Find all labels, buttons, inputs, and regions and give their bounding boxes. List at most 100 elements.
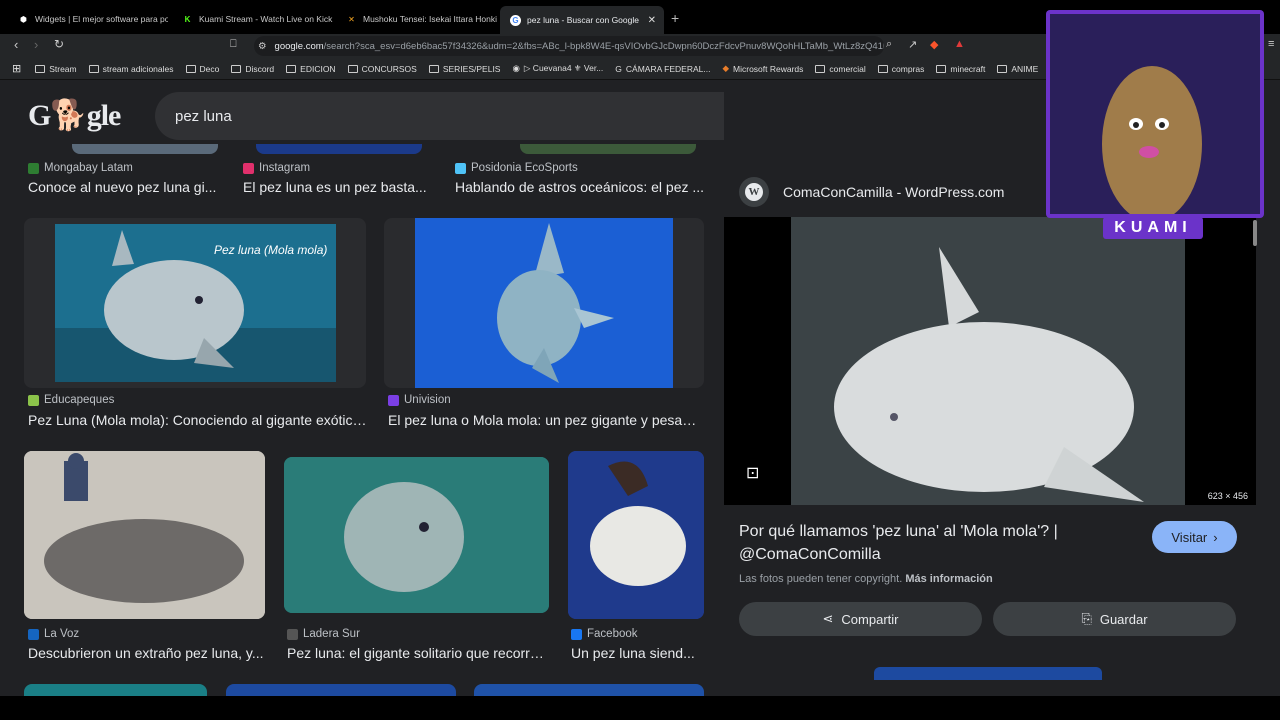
tab-label: pez luna - Buscar con Google: [527, 15, 639, 25]
menu-icon[interactable]: ≡: [1268, 38, 1274, 50]
zoom-icon[interactable]: ⌕: [886, 38, 892, 51]
result-source: Posidonia EcoSports: [455, 162, 578, 174]
bottom-letterbox: [0, 696, 1280, 720]
google-icon: G: [615, 63, 622, 74]
globe-icon: ◉: [512, 63, 520, 73]
result-caption[interactable]: El pez luna o Mola mola: un pez gigante …: [388, 412, 700, 428]
bookmark-concursos[interactable]: CONCURSOS: [347, 64, 417, 74]
bookmark-minecraft[interactable]: minecraft: [936, 64, 985, 74]
google-logo[interactable]: G🐕gle: [28, 98, 121, 133]
result-caption[interactable]: Pez Luna (Mola mola): Conociendo al giga…: [28, 412, 368, 428]
folder-icon: [997, 64, 1008, 73]
result-caption[interactable]: Descubrieron un extraño pez luna, y...: [28, 645, 268, 661]
ladera-sur-icon: [287, 628, 298, 640]
lens-search-icon[interactable]: ⊡: [746, 463, 759, 483]
google-favicon-icon: G: [510, 14, 521, 26]
back-icon[interactable]: ‹: [14, 37, 18, 52]
panel-scrollbar[interactable]: [1253, 220, 1257, 246]
result-source: La Voz: [28, 628, 79, 640]
apps-grid-icon[interactable]: ⊞: [12, 62, 21, 75]
sunfish-image: Pez luna (Mola mola): [55, 224, 336, 382]
preview-source[interactable]: W ComaConCamilla - WordPress.com: [739, 177, 1004, 207]
bookmark-anime[interactable]: ANIME: [997, 64, 1038, 74]
result-caption[interactable]: Conoce al nuevo pez luna gi...: [28, 179, 228, 195]
rewards-icon[interactable]: ▲: [954, 38, 965, 50]
folder-icon: [815, 64, 826, 73]
folder-icon: [286, 64, 297, 73]
sunfish-image: [415, 218, 673, 388]
bookmark-compras[interactable]: compras: [877, 64, 924, 74]
bookmark-microsoft-rewards[interactable]: ◆ Microsoft Rewards: [722, 63, 803, 74]
result-caption[interactable]: El pez luna es un pez basta...: [243, 179, 433, 195]
result-thumbnail[interactable]: [24, 684, 207, 696]
result-thumbnail[interactable]: [256, 144, 422, 154]
widgets-favicon-icon: ⬢: [20, 14, 27, 24]
kick-favicon-icon: K: [184, 14, 191, 24]
result-caption[interactable]: Un pez luna siend...: [571, 645, 701, 661]
search-input[interactable]: pez luna: [175, 108, 232, 125]
more-info-link[interactable]: Más información: [905, 573, 992, 585]
preview-image[interactable]: ⊡ 623 × 456: [724, 217, 1256, 505]
result-source: Facebook: [571, 628, 638, 640]
result-thumbnail[interactable]: [384, 218, 704, 388]
bookmark-comercial[interactable]: comercial: [815, 64, 866, 74]
visit-button[interactable]: Visitar ›: [1152, 521, 1237, 553]
share-icon: ⋖: [822, 611, 834, 626]
tab-google-search[interactable]: G pez luna - Buscar con Google ✕: [500, 6, 664, 34]
forward-icon[interactable]: ›: [34, 37, 38, 52]
bookmark-page-icon[interactable]: ⎕: [230, 38, 237, 51]
result-thumbnail[interactable]: [568, 451, 704, 619]
address-bar[interactable]: ⚙ google.com /search?sca_esv=d6eb6bac57f…: [254, 36, 884, 56]
reload-icon[interactable]: ↻: [54, 37, 64, 51]
bookmark-stream-adicionales[interactable]: stream adicionales: [88, 64, 174, 74]
potato-avatar-image: [1050, 14, 1260, 218]
result-caption[interactable]: Hablando de astros oceánicos: el pez ...: [455, 179, 705, 195]
tab-kick[interactable]: K Kuami Stream - Watch Live on Kick: [172, 8, 336, 30]
tab-mushoku[interactable]: ✕ Mushoku Tensei: Isekai Ittara Honki D: [336, 8, 500, 30]
bookmark-camara-federal[interactable]: G CÁMARA FEDERAL...: [615, 64, 710, 74]
instagram-icon: [243, 162, 254, 174]
facebook-icon: [571, 628, 582, 640]
preview-title[interactable]: Por qué llamamos 'pez luna' al 'Mola mol…: [739, 520, 1139, 566]
streamer-webcam-overlay: [1046, 10, 1264, 218]
tab-widgets[interactable]: ⬢ Widgets | El mejor software para pot: [8, 8, 168, 30]
preview-source-label: ComaConCamilla - WordPress.com: [783, 184, 1005, 200]
bookmark-stream[interactable]: Stream: [35, 64, 77, 74]
new-tab-icon[interactable]: +: [671, 10, 679, 26]
result-thumbnail[interactable]: [226, 684, 456, 696]
result-thumbnail[interactable]: [284, 457, 549, 613]
site-info-icon[interactable]: ⚙: [258, 41, 267, 52]
folder-icon: [35, 64, 46, 73]
educapeques-icon: [28, 394, 39, 406]
close-tab-icon[interactable]: ✕: [648, 15, 656, 26]
related-image[interactable]: [874, 667, 1102, 680]
folder-icon: [347, 64, 358, 73]
sunfish-preview-image: [791, 217, 1185, 505]
bookmark-series-pelis[interactable]: SERIES/PELIS: [428, 64, 500, 74]
tab-label: Kuami Stream - Watch Live on Kick: [199, 14, 333, 24]
result-thumbnail[interactable]: [24, 451, 265, 619]
doodle-dog-icon: 🐕: [50, 99, 87, 132]
streamer-name-tag: KUAMI: [1103, 217, 1203, 239]
anime-favicon-icon: ✕: [348, 14, 355, 24]
tab-label: Mushoku Tensei: Isekai Ittara Honki D: [363, 14, 500, 24]
result-thumbnail[interactable]: Pez luna (Mola mola): [24, 218, 366, 388]
bookmark-cuevana[interactable]: ◉ ▷ Cuevana4 ⚜ Ver...: [512, 63, 603, 74]
bookmark-edicion[interactable]: EDICION: [286, 64, 336, 74]
result-thumbnail[interactable]: [520, 144, 696, 154]
bookmark-deco[interactable]: Deco: [185, 64, 219, 74]
webcam-frame: [1050, 14, 1260, 218]
share-icon[interactable]: ↗: [908, 38, 917, 51]
result-caption[interactable]: Pez luna: el gigante solitario que recor…: [287, 645, 549, 661]
chevron-right-icon: ›: [1213, 529, 1218, 545]
univision-icon: [388, 394, 399, 406]
save-button[interactable]: ⎘ Guardar: [993, 602, 1236, 636]
folder-icon: [877, 64, 888, 73]
brave-shield-icon[interactable]: ◆: [930, 38, 938, 51]
bookmark-discord[interactable]: Discord: [231, 64, 274, 74]
mongabay-icon: [28, 162, 39, 174]
result-thumbnail[interactable]: [474, 684, 704, 696]
share-button[interactable]: ⋖ Compartir: [739, 602, 982, 636]
result-thumbnail[interactable]: [72, 144, 218, 154]
folder-icon: [88, 64, 99, 73]
